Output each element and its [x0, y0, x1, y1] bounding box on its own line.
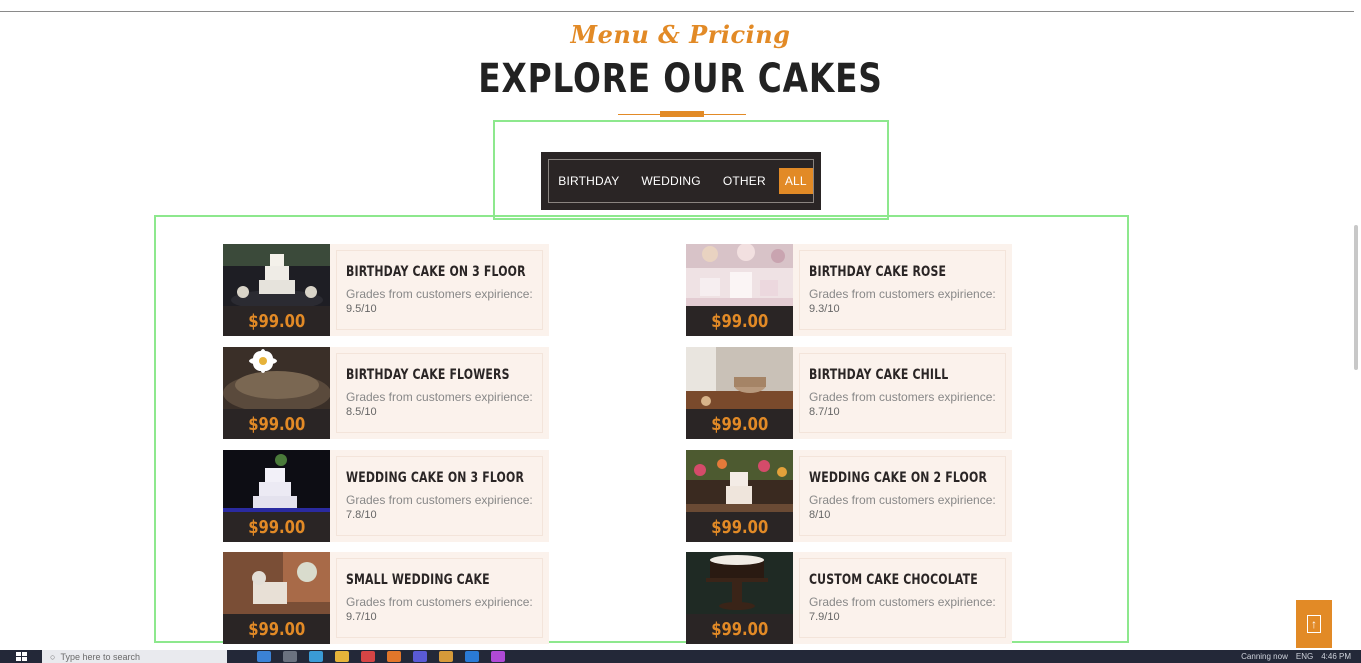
- cake-description: Grades from customers expirience:: [809, 287, 996, 301]
- price: $99.00: [248, 516, 305, 538]
- app-icon[interactable]: [387, 651, 401, 662]
- app-icon[interactable]: [439, 651, 453, 662]
- price-band: $99.00: [223, 409, 330, 439]
- cake-description: Grades from customers expirience:: [346, 287, 533, 301]
- price: $99.00: [711, 413, 768, 435]
- price-band: $99.00: [686, 306, 793, 336]
- filter-wedding[interactable]: WEDDING: [632, 168, 709, 194]
- arrow-up-icon: ↑: [1307, 615, 1321, 633]
- clock[interactable]: 4:46 PM: [1321, 652, 1351, 661]
- price-band: $99.00: [223, 614, 330, 644]
- cake-card[interactable]: $99.00 WEDDING CAKE ON 3 FLOOR Grades fr…: [223, 450, 549, 542]
- cake-name[interactable]: BIRTHDAY CAKE ROSE: [809, 264, 946, 280]
- cake-description: Grades from customers expirience:: [346, 493, 533, 507]
- app-icon[interactable]: [491, 651, 505, 662]
- price: $99.00: [711, 310, 768, 332]
- cake-info: WEDDING CAKE ON 3 FLOOR Grades from cust…: [330, 450, 549, 542]
- cake-card[interactable]: $99.00 BIRTHDAY CAKE FLOWERS Grades from…: [223, 347, 549, 439]
- cake-card[interactable]: $99.00 BIRTHDAY CAKE ON 3 FLOOR Grades f…: [223, 244, 549, 336]
- cake-grade: 8.7/10: [809, 406, 840, 418]
- cake-grade: 8/10: [809, 509, 831, 521]
- filter-other[interactable]: OTHER: [714, 168, 775, 194]
- cake-grade: 7.9/10: [809, 611, 840, 623]
- cake-name[interactable]: BIRTHDAY CAKE ON 3 FLOOR: [346, 264, 526, 280]
- teams-icon[interactable]: [413, 651, 427, 662]
- cake-card[interactable]: $99.00 SMALL WEDDING CAKE Grades from cu…: [223, 552, 549, 644]
- cake-info: BIRTHDAY CAKE ROSE Grades from customers…: [793, 244, 1012, 336]
- page-title: EXPLORE OUR CAKES: [478, 56, 883, 102]
- cake-image[interactable]: $99.00: [686, 347, 793, 439]
- windows-taskbar: ○ Type here to search Canning now ENG 4:…: [0, 650, 1361, 663]
- price-band: $99.00: [686, 614, 793, 644]
- cake-grade: 7.8/10: [346, 509, 377, 521]
- windows-start-icon[interactable]: [16, 652, 28, 661]
- cake-description: Grades from customers expirience:: [346, 595, 533, 609]
- cake-grade: 9.5/10: [346, 303, 377, 315]
- scroll-to-top-button[interactable]: ↑: [1296, 600, 1332, 648]
- cake-image[interactable]: $99.00: [686, 244, 793, 336]
- section-subtitle: Menu & Pricing: [570, 20, 791, 49]
- cake-image[interactable]: $99.00: [223, 552, 330, 644]
- cake-name[interactable]: SMALL WEDDING CAKE: [346, 572, 490, 588]
- cake-info: BIRTHDAY CAKE FLOWERS Grades from custom…: [330, 347, 549, 439]
- top-divider: [0, 11, 1354, 12]
- price-band: $99.00: [686, 409, 793, 439]
- cake-name[interactable]: CUSTOM CAKE CHOCOLATE: [809, 572, 978, 588]
- cake-card[interactable]: $99.00 WEDDING CAKE ON 2 FLOOR Grades fr…: [686, 450, 1012, 542]
- search-icon: ○: [50, 651, 56, 662]
- cake-image[interactable]: $99.00: [223, 450, 330, 542]
- taskbar-search[interactable]: ○ Type here to search: [42, 650, 227, 663]
- title-accent-bar: [660, 111, 704, 117]
- cake-card[interactable]: $99.00 BIRTHDAY CAKE ROSE Grades from cu…: [686, 244, 1012, 336]
- price: $99.00: [711, 516, 768, 538]
- filter-birthday[interactable]: BIRTHDAY: [549, 168, 628, 194]
- cake-description: Grades from customers expirience:: [809, 493, 996, 507]
- vscode-icon[interactable]: [465, 651, 479, 662]
- language-indicator[interactable]: ENG: [1296, 652, 1313, 661]
- cake-name[interactable]: BIRTHDAY CAKE FLOWERS: [346, 367, 510, 383]
- price-band: $99.00: [686, 512, 793, 542]
- cake-image[interactable]: $99.00: [686, 450, 793, 542]
- cake-name[interactable]: WEDDING CAKE ON 3 FLOOR: [346, 470, 524, 486]
- chrome-icon[interactable]: [361, 651, 375, 662]
- page-scrollbar[interactable]: [1354, 225, 1358, 370]
- filter-all[interactable]: ALL: [778, 168, 813, 194]
- cake-info: CUSTOM CAKE CHOCOLATE Grades from custom…: [793, 552, 1012, 644]
- cake-name[interactable]: WEDDING CAKE ON 2 FLOOR: [809, 470, 987, 486]
- cake-info: BIRTHDAY CAKE ON 3 FLOOR Grades from cus…: [330, 244, 549, 336]
- price: $99.00: [248, 310, 305, 332]
- price: $99.00: [248, 618, 305, 640]
- filter-frame: BIRTHDAY WEDDING OTHER ALL: [548, 159, 814, 203]
- taskbar-apps: [257, 651, 505, 662]
- cake-description: Grades from customers expirience:: [346, 390, 533, 404]
- cake-info: BIRTHDAY CAKE CHILL Grades from customer…: [793, 347, 1012, 439]
- tray-status[interactable]: Canning now: [1241, 652, 1288, 661]
- filter-bar: BIRTHDAY WEDDING OTHER ALL: [541, 152, 821, 210]
- file-explorer-icon[interactable]: [335, 651, 349, 662]
- system-tray: Canning now ENG 4:46 PM: [1241, 650, 1351, 663]
- task-view-icon[interactable]: [257, 651, 271, 662]
- price: $99.00: [711, 618, 768, 640]
- store-icon[interactable]: [309, 651, 323, 662]
- cake-image[interactable]: $99.00: [223, 244, 330, 336]
- cake-info: SMALL WEDDING CAKE Grades from customers…: [330, 552, 549, 644]
- price: $99.00: [248, 413, 305, 435]
- cake-image[interactable]: $99.00: [686, 552, 793, 644]
- cake-info: WEDDING CAKE ON 2 FLOOR Grades from cust…: [793, 450, 1012, 542]
- taskbar-search-placeholder: Type here to search: [60, 651, 140, 662]
- price-band: $99.00: [223, 512, 330, 542]
- cake-grade: 8.5/10: [346, 406, 377, 418]
- cake-image[interactable]: $99.00: [223, 347, 330, 439]
- cake-description: Grades from customers expirience:: [809, 595, 996, 609]
- cake-grade: 9.7/10: [346, 611, 377, 623]
- cake-description: Grades from customers expirience:: [809, 390, 996, 404]
- price-band: $99.00: [223, 306, 330, 336]
- cake-name[interactable]: BIRTHDAY CAKE CHILL: [809, 367, 948, 383]
- cake-grade: 9.3/10: [809, 303, 840, 315]
- cake-card[interactable]: $99.00 CUSTOM CAKE CHOCOLATE Grades from…: [686, 552, 1012, 644]
- cake-card[interactable]: $99.00 BIRTHDAY CAKE CHILL Grades from c…: [686, 347, 1012, 439]
- edge-icon[interactable]: [283, 651, 297, 662]
